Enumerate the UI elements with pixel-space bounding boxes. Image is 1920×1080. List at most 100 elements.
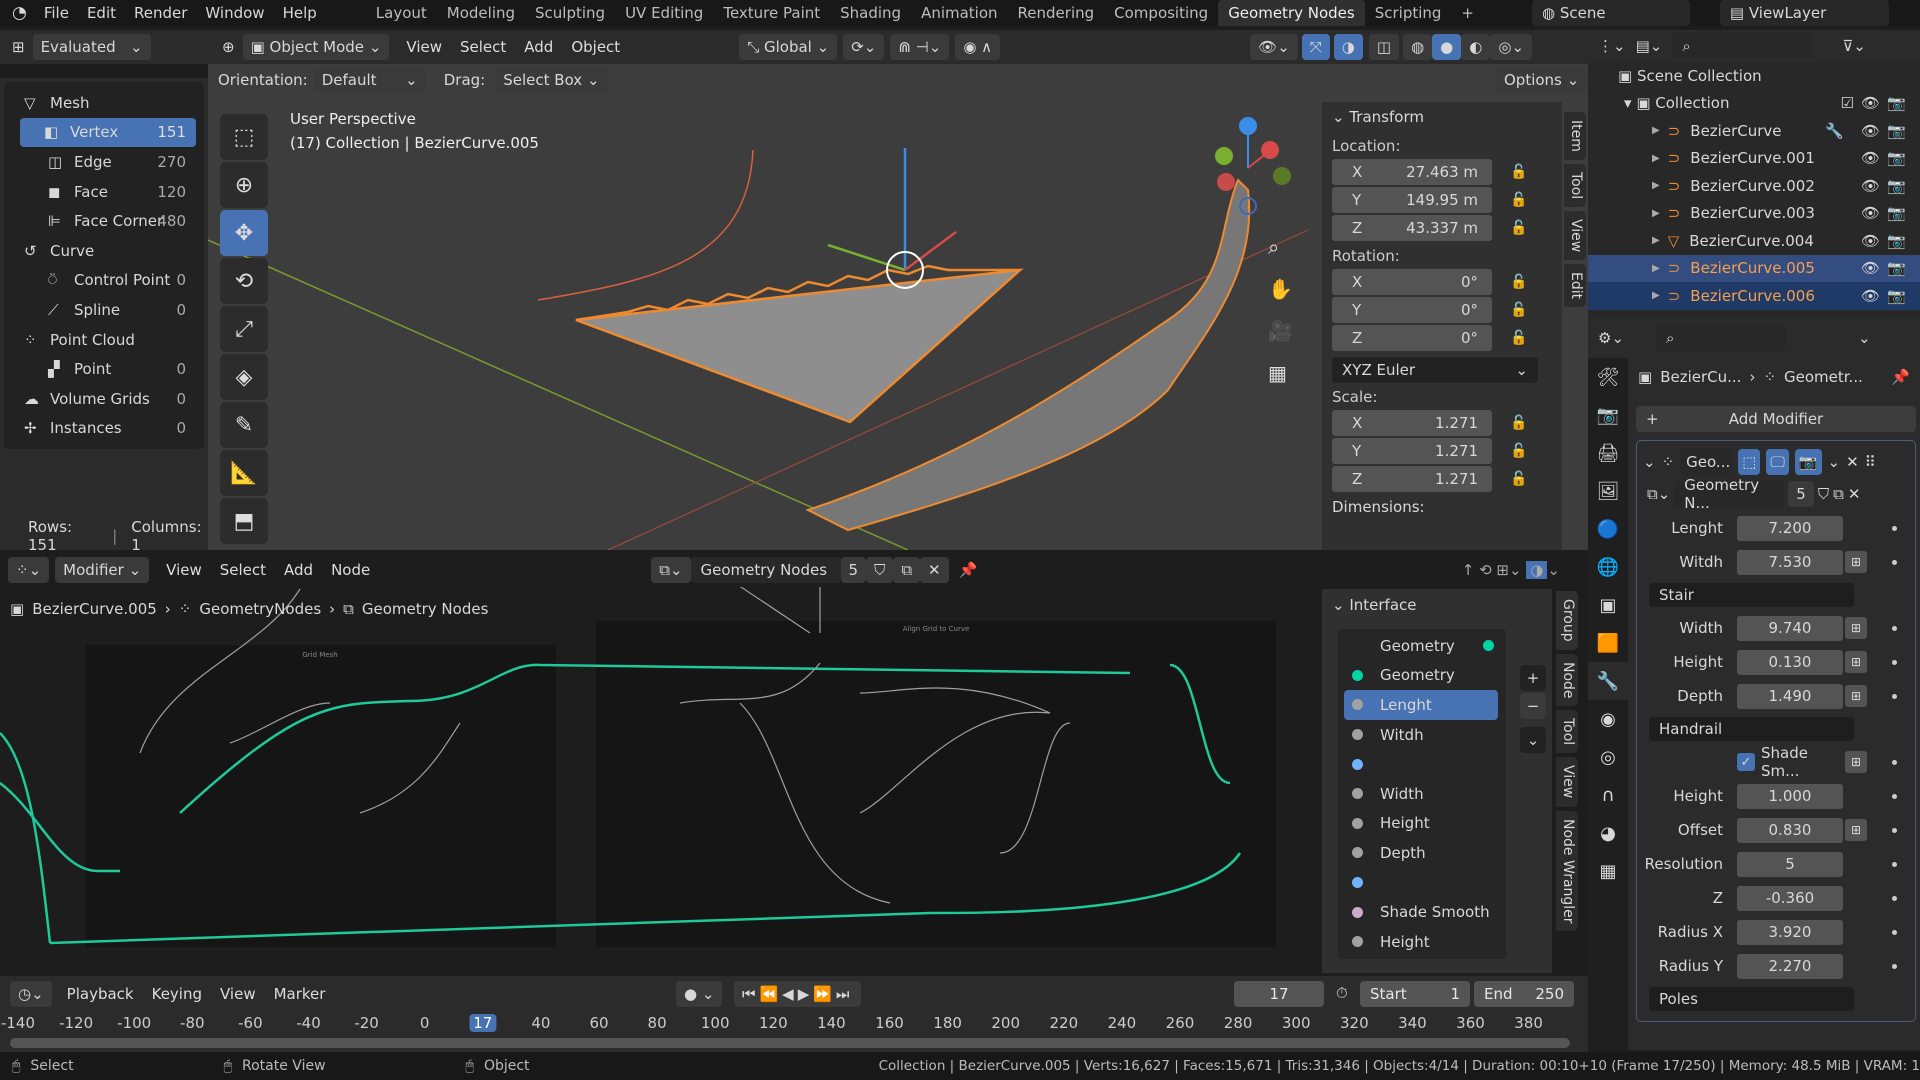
- evaluation-dropdown[interactable]: Evaluated ⌄: [32, 34, 151, 60]
- input-value-field[interactable]: 5: [1737, 851, 1843, 877]
- keyframe-dot-icon[interactable]: [1892, 659, 1897, 665]
- input-value-field[interactable]: 1.490: [1737, 683, 1843, 709]
- world-icon[interactable]: 🌐: [1588, 548, 1628, 586]
- workspace-tab-texture-paint[interactable]: Texture Paint: [713, 0, 830, 26]
- collection-row[interactable]: ▾ ▣ Collection ☑ 👁 📷: [1588, 90, 1920, 118]
- keyframe-dot-icon[interactable]: [1892, 693, 1897, 699]
- viewport-menu-object[interactable]: Object: [562, 38, 629, 56]
- properties-search[interactable]: ⌕: [1656, 325, 1787, 351]
- n-panel-tab-tool[interactable]: Tool: [1564, 163, 1586, 208]
- eye-icon[interactable]: 👁: [1861, 149, 1880, 167]
- node-editor-tab-view[interactable]: View: [1556, 757, 1578, 807]
- shading-wireframe-icon[interactable]: ◍: [1403, 34, 1433, 60]
- rotation-mode-dropdown[interactable]: XYZ Euler ⌄: [1332, 357, 1538, 383]
- interface-socket-item[interactable]: Depth: [1338, 838, 1506, 868]
- interface-header[interactable]: ⌄ Interface: [1322, 589, 1552, 621]
- menu-window[interactable]: Window: [196, 4, 273, 22]
- menu-file[interactable]: File: [35, 4, 78, 22]
- outliner-search[interactable]: ⌕: [1672, 33, 1813, 59]
- attribute-toggle-icon[interactable]: ⊞: [1845, 551, 1867, 573]
- expand-arrow-icon[interactable]: ▾: [1624, 94, 1636, 112]
- outliner-item[interactable]: ▶ ⊃ BezierCurve 🔧 👁 📷: [1588, 117, 1920, 145]
- lock-icon[interactable]: 🔓: [1510, 330, 1527, 346]
- workspace-tab-uv-editing[interactable]: UV Editing: [615, 0, 713, 26]
- panel-poles[interactable]: Poles: [1649, 987, 1854, 1011]
- rotation-z-field[interactable]: Z 0°: [1332, 324, 1492, 351]
- n-panel-tab-view[interactable]: View: [1564, 211, 1586, 261]
- node-group-field[interactable]: Geometry N...: [1674, 476, 1785, 512]
- rotate-tool-icon[interactable]: ⟲: [220, 258, 268, 304]
- panel-stair[interactable]: Stair: [1649, 583, 1854, 607]
- editor-type-icon[interactable]: ⁘⌄: [8, 557, 50, 583]
- user-count[interactable]: 5: [1788, 481, 1814, 507]
- add-workspace-icon[interactable]: +: [1451, 0, 1484, 26]
- particles-icon[interactable]: ◉: [1588, 700, 1628, 738]
- expand-arrow-icon[interactable]: ▶: [1652, 235, 1660, 246]
- spreadsheet-item-curve[interactable]: ↺ Curve: [4, 236, 204, 266]
- outliner-item[interactable]: ▶ ⊃ BezierCurve.001 👁 📷: [1588, 145, 1920, 173]
- scale-tool-icon[interactable]: ⤢: [220, 306, 268, 352]
- spreadsheet-item-point[interactable]: ▞ Point 0: [4, 354, 204, 384]
- camera-icon[interactable]: 📷: [1887, 149, 1906, 167]
- duplicate-icon[interactable]: ⧉: [1833, 485, 1844, 503]
- view-layer-icon[interactable]: 🖼: [1588, 472, 1628, 510]
- interface-socket-item[interactable]: Width: [1338, 779, 1506, 809]
- shading-solid-icon[interactable]: ●: [1432, 34, 1462, 60]
- transform-panel-header[interactable]: ⌄ Transform: [1322, 102, 1562, 132]
- perspective-grid-icon[interactable]: ▦: [1268, 352, 1293, 394]
- editor-type-icon[interactable]: ⊕: [208, 38, 243, 56]
- spreadsheet-item-spline[interactable]: ⟋ Spline 0: [4, 295, 204, 325]
- workspace-tab-modeling[interactable]: Modeling: [437, 0, 525, 26]
- input-value-field[interactable]: 2.270: [1737, 953, 1843, 979]
- menu-edit[interactable]: Edit: [78, 4, 125, 22]
- interface-socket-item[interactable]: [1338, 749, 1506, 779]
- location-y-field[interactable]: Y 149.95 m: [1332, 186, 1492, 213]
- material-icon[interactable]: ◕: [1588, 814, 1628, 852]
- render-toggle-icon[interactable]: 📷: [1794, 449, 1822, 475]
- visibility-icon[interactable]: 👁⌄: [1250, 34, 1298, 60]
- interface-socket-item[interactable]: Lenght: [1344, 690, 1498, 720]
- snap-icon[interactable]: ⋒ ⊣⌄: [890, 34, 950, 60]
- outliner-item[interactable]: ▶ ⊃ BezierCurve.005 👁 📷: [1588, 254, 1920, 282]
- input-value-field[interactable]: 7.200: [1737, 515, 1843, 541]
- camera-icon[interactable]: 📷: [1887, 94, 1906, 112]
- location-x-field[interactable]: X 27.463 m: [1332, 158, 1492, 185]
- xray-toggle-icon[interactable]: ◫: [1368, 34, 1400, 60]
- zoom-icon[interactable]: ⌕: [1268, 226, 1293, 268]
- options-dropdown[interactable]: Options ⌄: [1496, 67, 1588, 93]
- breadcrumb-item[interactable]: GeometryNodes: [199, 600, 321, 618]
- editor-type-icon[interactable]: ⋮⌄: [1598, 37, 1626, 55]
- rotation-y-field[interactable]: Y 0°: [1332, 296, 1492, 323]
- unlink-icon[interactable]: ✕: [920, 557, 949, 583]
- workspace-tab-compositing[interactable]: Compositing: [1104, 0, 1218, 26]
- unlink-icon[interactable]: ✕: [1848, 485, 1861, 503]
- lock-icon[interactable]: 🔓: [1510, 302, 1527, 318]
- node-editor-tab-group[interactable]: Group: [1556, 591, 1578, 650]
- outliner-item[interactable]: ▶ ⊃ BezierCurve.003 👁 📷: [1588, 200, 1920, 228]
- context-dropdown[interactable]: Modifier ⌄: [55, 557, 150, 583]
- scene-collection-row[interactable]: ▣ Scene Collection: [1588, 62, 1920, 90]
- remove-socket-icon[interactable]: −: [1520, 693, 1546, 719]
- measure-tool-icon[interactable]: 📐: [220, 450, 268, 496]
- spreadsheet-item-control-point[interactable]: ⍥ Control Point 0: [4, 266, 204, 296]
- tool-icon[interactable]: 🛠: [1588, 358, 1628, 396]
- input-value-field[interactable]: -0.360: [1737, 885, 1843, 911]
- lock-icon[interactable]: 🔓: [1510, 274, 1527, 290]
- scale-y-field[interactable]: Y 1.271: [1332, 437, 1492, 464]
- duplicate-icon[interactable]: ⧉: [893, 557, 921, 583]
- timeline[interactable]: ◷⌄ Playback Keying View Marker ● ⌄ ⏮⏪◀▶⏩⏭ 1…: [0, 976, 1588, 1052]
- eye-icon[interactable]: 👁: [1861, 94, 1880, 112]
- overlay-toggle-icon[interactable]: ◑: [1333, 34, 1363, 60]
- expand-arrow-icon[interactable]: ▶: [1652, 290, 1660, 301]
- expand-arrow-icon[interactable]: ▶: [1652, 263, 1660, 274]
- add-modifier-button[interactable]: + Add Modifier: [1636, 406, 1916, 432]
- shading-material-icon[interactable]: ◐: [1461, 34, 1491, 60]
- interface-socket-item[interactable]: Geometry: [1338, 631, 1506, 661]
- keyframe-dot-icon[interactable]: [1892, 525, 1897, 531]
- lock-icon[interactable]: 🔓: [1510, 443, 1527, 459]
- node-editor[interactable]: Grid Mesh Align Grid to Curve ⁘⌄ Modifie…: [0, 553, 1588, 973]
- remove-modifier-icon[interactable]: ✕: [1846, 453, 1859, 471]
- attribute-toggle-icon[interactable]: ⊞: [1845, 751, 1867, 773]
- outliner-item[interactable]: ▶ ⊃ BezierCurve.002 👁 📷: [1588, 172, 1920, 200]
- node-menu-add[interactable]: Add: [275, 561, 322, 579]
